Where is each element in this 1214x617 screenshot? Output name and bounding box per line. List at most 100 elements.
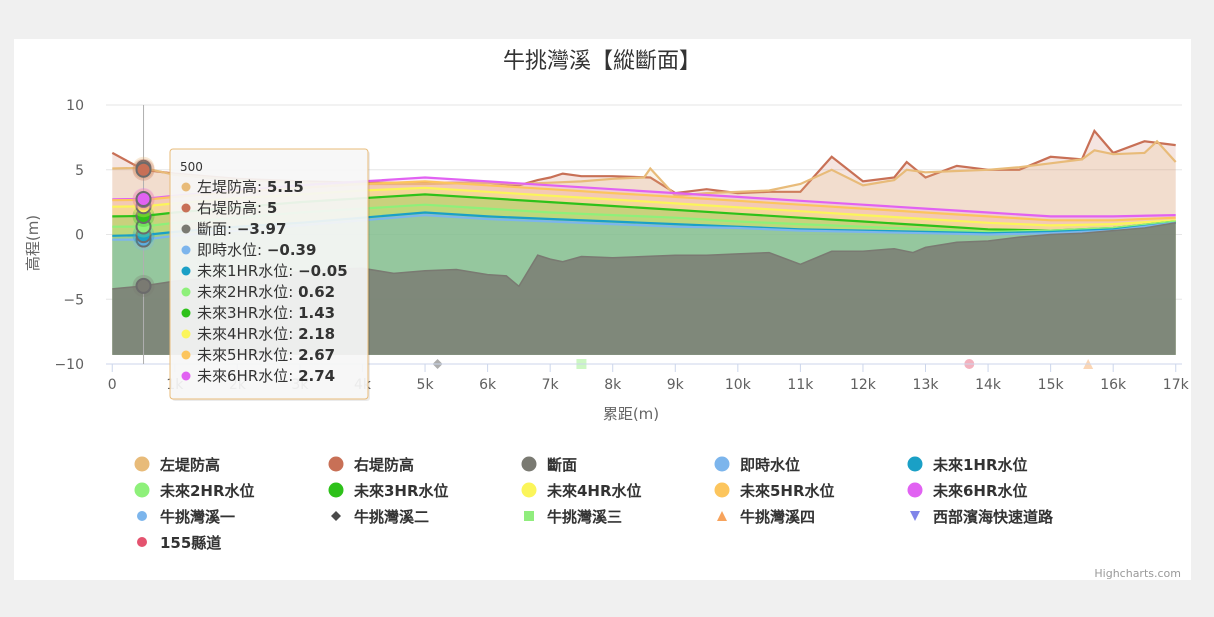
legend-item-f5[interactable]: 未來5HR水位 (714, 482, 835, 500)
tooltip-value: −3.97 (237, 220, 287, 238)
legend-symbol-f3[interactable] (328, 482, 344, 498)
legend-label: 即時水位 (740, 456, 800, 474)
chart-title: 牛挑灣溪【縱斷面】 (503, 49, 701, 74)
legend-item-f3[interactable]: 未來3HR水位 (328, 482, 449, 500)
tooltip-row-section: 斷面: −3.97 (197, 220, 286, 238)
x-tick-label: 8k (604, 377, 622, 393)
legend-label: 牛挑灣溪三 (547, 508, 622, 526)
legend-label: 左堤防高 (159, 456, 220, 474)
tooltip-value: 2.18 (298, 325, 335, 343)
legend-symbol-now[interactable] (714, 456, 730, 472)
legend-item-f1[interactable]: 未來1HR水位 (907, 456, 1028, 474)
tooltip-value: 2.74 (298, 367, 335, 385)
y-axis-title: 高程(m) (24, 215, 42, 271)
legend[interactable]: 左堤防高 右堤防高 斷面 即時水位 未來1HR水位未來2HR水位 未來3HR水位 未來4HR… (134, 456, 1055, 552)
legend-symbol-f6[interactable] (907, 482, 923, 498)
tooltip-value: 5 (267, 199, 277, 217)
legend-item-p1[interactable]: 牛挑灣溪一 (137, 508, 235, 526)
tooltip-label: 即時水位: (197, 241, 267, 259)
legend-item-p2[interactable]: 牛挑灣溪二 (331, 508, 429, 526)
legend-label: 155縣道 (160, 534, 221, 552)
legend-item-p3[interactable]: 牛挑灣溪三 (524, 508, 622, 526)
legend-label: 斷面 (547, 456, 577, 474)
legend-item-right_bank[interactable]: 右堤防高 (328, 456, 415, 474)
tooltip: 500左堤防高: 5.15右堤防高: 5斷面: −3.97即時水位: −0.39… (169, 148, 370, 401)
tooltip-label: 未來6HR水位: (197, 367, 298, 385)
chart-container: 牛挑灣溪【縱斷面】 1050−5−1001k2k3k4k5k6k7k8k9k10… (14, 39, 1191, 580)
x-tick-label: 16k (1100, 377, 1127, 393)
tooltip-swatch-left_bank (181, 182, 191, 192)
y-tick-label: 10 (66, 98, 84, 114)
legend-item-f2[interactable]: 未來2HR水位 (134, 482, 255, 500)
tooltip-swatch-f1 (181, 266, 191, 276)
x-tick-label: 9k (667, 377, 685, 393)
tooltip-value: −0.05 (298, 262, 348, 280)
legend-symbol-f5[interactable] (714, 482, 730, 498)
legend-symbol-right_bank[interactable] (328, 456, 344, 472)
chart-svg: 牛挑灣溪【縱斷面】 1050−5−1001k2k3k4k5k6k7k8k9k10… (24, 49, 1190, 580)
x-tick-label: 12k (850, 377, 877, 393)
legend-label: 右堤防高 (354, 456, 414, 474)
legend-item-f6[interactable]: 未來6HR水位 (907, 482, 1028, 500)
legend-item-section[interactable]: 斷面 (521, 456, 578, 474)
tooltip-label: 未來3HR水位: (197, 304, 298, 322)
tooltip-label: 未來2HR水位: (197, 283, 298, 301)
tooltip-swatch-f4 (181, 329, 191, 339)
legend-item-p5[interactable]: 西部濱海快速道路 (910, 508, 1054, 526)
tooltip-row-left_bank: 左堤防高: 5.15 (197, 178, 304, 196)
tooltip-value: 5.15 (267, 178, 304, 196)
hover-point-right_bank (135, 161, 152, 178)
legend-item-p6[interactable]: 155縣道 (137, 534, 221, 552)
tooltip-value: 0.62 (298, 283, 335, 301)
legend-symbol-section[interactable] (521, 456, 537, 472)
tooltip-swatch-now (181, 245, 191, 255)
legend-symbol-f4[interactable] (521, 482, 537, 498)
legend-item-p4[interactable]: 牛挑灣溪四 (717, 508, 815, 526)
tooltip-row-right_bank: 右堤防高: 5 (197, 199, 277, 217)
tooltip-value: 2.67 (298, 346, 335, 364)
legend-symbol-p5[interactable] (910, 511, 920, 521)
tooltip-swatch-right_bank (181, 203, 191, 213)
tooltip-label: 未來1HR水位: (197, 262, 298, 280)
y-tick-label: −5 (63, 292, 84, 308)
tooltip-label: 斷面: (197, 220, 237, 238)
legend-symbol-p4[interactable] (717, 511, 727, 521)
tooltip-row-f1: 未來1HR水位: −0.05 (197, 262, 348, 280)
x-tick-label: 5k (417, 377, 435, 393)
legend-label: 未來5HR水位 (739, 482, 835, 500)
legend-symbol-p3[interactable] (524, 511, 534, 521)
legend-label: 牛挑灣溪二 (354, 508, 429, 526)
hover-point-f6 (135, 191, 152, 208)
legend-symbol-f1[interactable] (907, 456, 923, 472)
tooltip-row-f2: 未來2HR水位: 0.62 (197, 283, 335, 301)
x-tick-label: 7k (542, 377, 560, 393)
legend-item-now[interactable]: 即時水位 (714, 456, 801, 474)
x-tick-label: 13k (913, 377, 940, 393)
legend-symbol-p1[interactable] (137, 511, 147, 521)
legend-symbol-left_bank[interactable] (134, 456, 150, 472)
x-tick-label: 14k (975, 377, 1002, 393)
legend-label: 未來4HR水位 (546, 482, 642, 500)
tooltip-swatch-f3 (181, 308, 191, 318)
legend-item-left_bank[interactable]: 左堤防高 (134, 456, 221, 474)
tooltip-row-f4: 未來4HR水位: 2.18 (197, 325, 335, 343)
tooltip-label: 右堤防高: (197, 199, 267, 217)
y-tick-label: 5 (75, 163, 84, 179)
legend-symbol-p6[interactable] (137, 537, 147, 547)
legend-symbol-f2[interactable] (134, 482, 150, 498)
hover-point-section (135, 277, 152, 294)
legend-label: 牛挑灣溪一 (160, 508, 235, 526)
tooltip-row-f5: 未來5HR水位: 2.67 (197, 346, 335, 364)
tooltip-swatch-f5 (181, 350, 191, 360)
x-tick-label: 11k (787, 377, 814, 393)
legend-label: 未來3HR水位 (353, 482, 449, 500)
legend-item-f4[interactable]: 未來4HR水位 (521, 482, 642, 500)
x-tick-label: 0 (108, 377, 117, 393)
legend-label: 未來6HR水位 (932, 482, 1028, 500)
x-tick-label: 6k (479, 377, 497, 393)
legend-symbol-p2[interactable] (331, 511, 341, 521)
tooltip-swatch-section (181, 224, 191, 234)
x-tick-label: 15k (1038, 377, 1065, 393)
credits-link[interactable]: Highcharts.com (1094, 567, 1181, 580)
tooltip-row-f6: 未來6HR水位: 2.74 (197, 367, 335, 385)
